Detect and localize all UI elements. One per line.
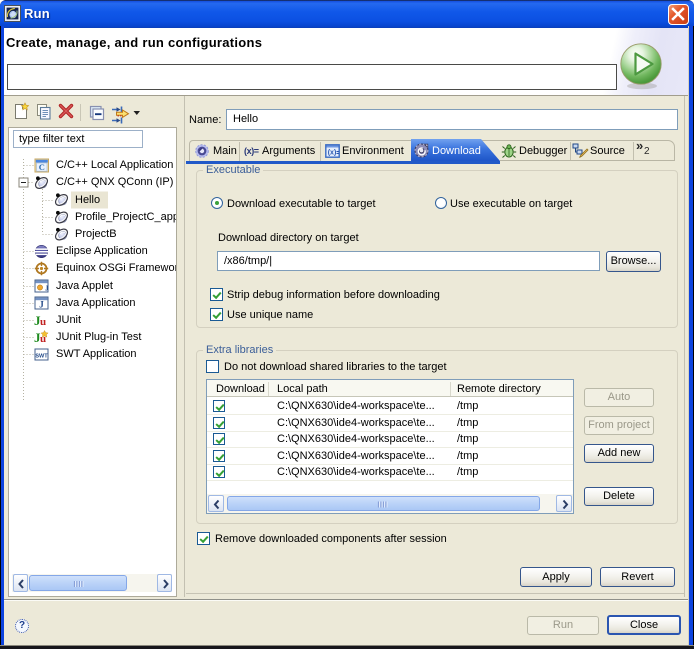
svg-text:SWT: SWT bbox=[35, 354, 48, 360]
svg-text:(x): (x) bbox=[328, 150, 337, 157]
svg-text:J: J bbox=[39, 300, 44, 310]
svg-text:u: u bbox=[40, 316, 46, 328]
svg-text:C: C bbox=[39, 162, 45, 172]
svg-text:J: J bbox=[45, 285, 49, 293]
